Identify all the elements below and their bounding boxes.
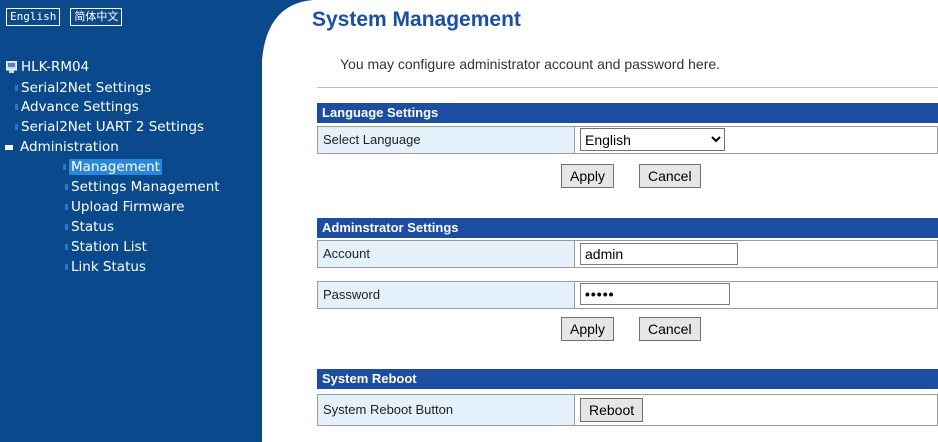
nav-item-serial2net-uart2-settings[interactable]: Serial2Net UART 2 Settings — [15, 118, 205, 136]
main-content: System Management You may configure admi… — [262, 0, 938, 442]
sidebar-nav: English 简体中文 HLK-RM04 Serial2Net Setting… — [0, 0, 262, 442]
nav-item-upload-firmware[interactable]: Upload Firmware — [65, 198, 185, 216]
device-icon — [6, 61, 17, 73]
language-select[interactable]: English — [580, 128, 725, 151]
language-cancel-button[interactable]: Cancel — [639, 164, 701, 188]
nav-item-label: Advance Settings — [21, 99, 139, 115]
nav-item-label: Serial2Net Settings — [21, 80, 152, 96]
nav-item-label: Upload Firmware — [71, 199, 185, 215]
lang-chinese-button[interactable]: 简体中文 — [70, 8, 123, 26]
nav-item-status[interactable]: Status — [65, 218, 115, 236]
nav-item-link-status[interactable]: Link Status — [65, 258, 146, 276]
bullet-icon — [65, 184, 68, 190]
bullet-icon — [65, 244, 68, 250]
section-title: Adminstrator Settings — [322, 220, 459, 235]
nav-item-advance-settings[interactable]: Advance Settings — [15, 98, 139, 116]
bullet-icon — [65, 204, 68, 210]
password-input[interactable] — [580, 283, 730, 305]
language-apply-button[interactable]: Apply — [561, 164, 615, 188]
nav-item-settings-management[interactable]: Settings Management — [65, 178, 220, 196]
nav-item-label: Administration — [20, 139, 119, 155]
reboot-button[interactable]: Reboot — [580, 398, 644, 422]
admin-button-row: Apply Cancel — [317, 317, 938, 345]
page-intro: You may configure administrator account … — [340, 56, 721, 72]
bullet-icon — [63, 164, 66, 170]
bullet-icon — [65, 224, 68, 230]
divider — [317, 87, 938, 88]
nav-item-station-list[interactable]: Station List — [65, 238, 147, 256]
section-title: System Reboot — [322, 371, 417, 386]
account-row: Account — [317, 240, 938, 268]
reboot-row: System Reboot Button Reboot — [317, 394, 938, 426]
nav-item-management[interactable]: Management — [63, 158, 162, 176]
page-title: System Management — [312, 8, 521, 31]
language-row: Select Language English — [317, 126, 938, 154]
reboot-label: System Reboot Button — [318, 395, 575, 425]
password-label: Password — [318, 282, 575, 308]
nav-item-label: Link Status — [71, 259, 146, 275]
admin-cancel-button[interactable]: Cancel — [639, 317, 701, 341]
bullet-icon — [65, 264, 68, 270]
language-button-row: Apply Cancel — [317, 164, 938, 192]
nav-item-label: Status — [71, 219, 115, 235]
lang-english-button[interactable]: English — [6, 8, 61, 26]
select-language-label: Select Language — [318, 127, 575, 153]
bullet-icon — [15, 104, 18, 110]
language-settings-header: Language Settings — [317, 103, 938, 123]
device-label: HLK-RM04 — [21, 59, 90, 75]
bullet-icon — [15, 124, 18, 130]
nav-item-label: Settings Management — [71, 179, 220, 195]
nav-item-serial2net-settings[interactable]: Serial2Net Settings — [15, 79, 152, 97]
nav-item-label: Management — [69, 159, 162, 175]
admin-settings-header: Adminstrator Settings — [317, 218, 938, 238]
system-reboot-header: System Reboot — [317, 369, 938, 389]
bullet-icon — [15, 85, 18, 91]
language-switcher: English 简体中文 — [6, 8, 123, 26]
account-input[interactable] — [580, 243, 738, 265]
admin-apply-button[interactable]: Apply — [561, 317, 615, 341]
collapse-minus-icon[interactable] — [5, 145, 13, 150]
section-title: Language Settings — [322, 105, 439, 120]
account-label: Account — [318, 241, 575, 267]
password-row: Password — [317, 281, 938, 309]
nav-item-label: Serial2Net UART 2 Settings — [21, 119, 205, 135]
nav-item-label: Station List — [71, 239, 147, 255]
